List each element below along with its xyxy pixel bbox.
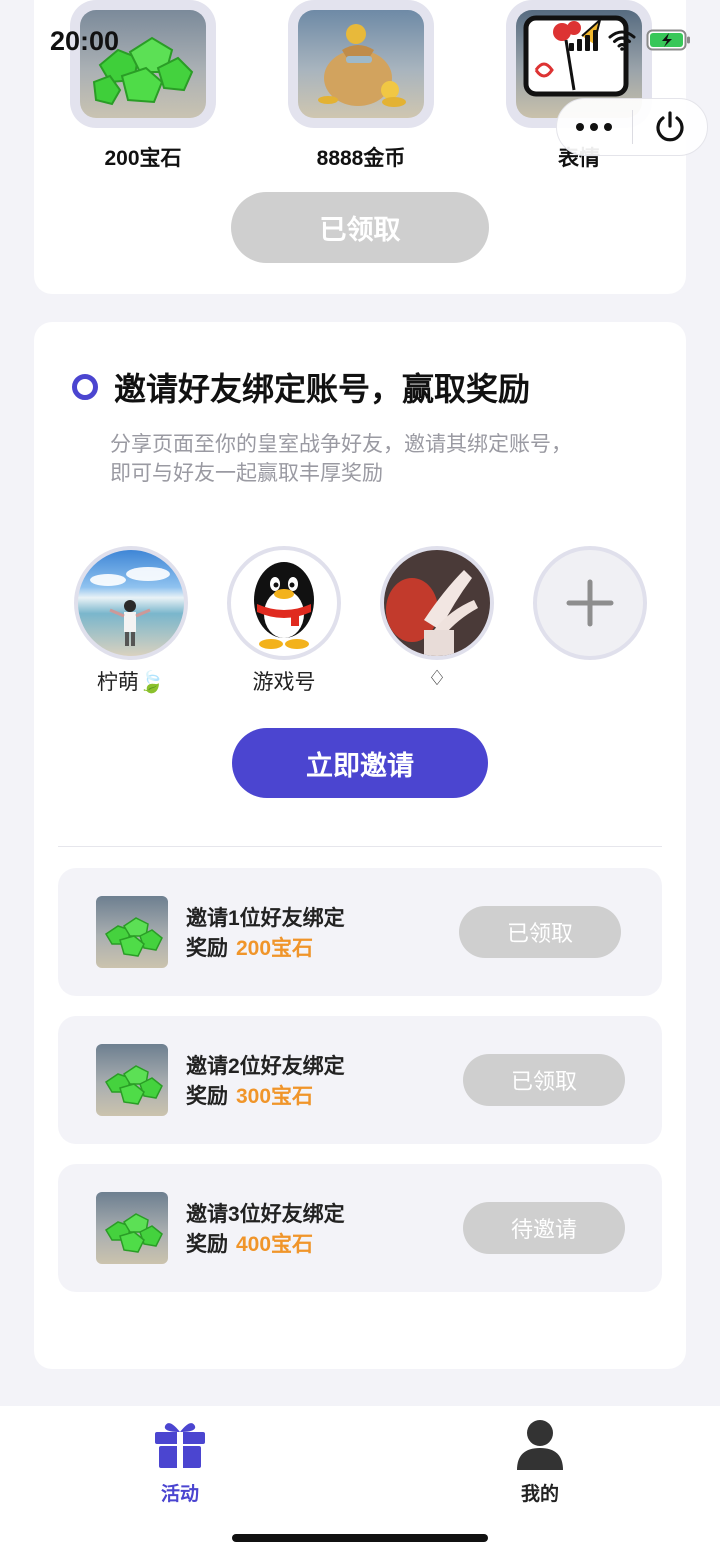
gem-icon — [96, 1044, 168, 1116]
avatar — [380, 546, 494, 660]
reward-label: 8888金币 — [316, 147, 406, 170]
user-icon — [517, 1420, 563, 1470]
close-miniprogram-button[interactable] — [633, 99, 708, 155]
avatar — [227, 546, 341, 660]
invite-title: 邀请好友绑定账号，赢取奖励 — [114, 371, 531, 407]
reward-amount: 200宝石 — [236, 937, 314, 960]
task-reward: 奖励 200宝石 — [186, 932, 313, 962]
coin-bag-icon — [298, 10, 424, 118]
bullet-ring-icon — [72, 374, 98, 400]
more-button[interactable] — [557, 99, 632, 155]
section-title: 邀请好友绑定账号，赢取奖励 — [72, 364, 530, 410]
tab-label: 活动 — [160, 1484, 199, 1505]
desc-line: 即可与好友一起赢取丰厚奖励 — [110, 462, 383, 485]
reward-prefix: 奖励 — [186, 1085, 228, 1108]
home-indicator — [232, 1534, 488, 1542]
reward-tile — [70, 0, 216, 128]
friend-name: ♢ — [427, 667, 447, 690]
tab-mine[interactable]: 我的 — [480, 1418, 600, 1506]
plus-icon — [566, 579, 614, 627]
gift-icon — [155, 1423, 205, 1468]
task-row: 邀请3位好友绑定 奖励 400宝石 待邀请 — [58, 1164, 662, 1292]
friend-item[interactable]: ♢ — [380, 546, 494, 691]
add-friend-circle — [533, 546, 647, 660]
desc-line: 分享页面至你的皇室战争好友，邀请其绑定账号， — [110, 433, 572, 456]
reward-prefix: 奖励 — [186, 1233, 228, 1256]
task-reward: 奖励 400宝石 — [186, 1228, 313, 1258]
reward-prefix: 奖励 — [186, 937, 228, 960]
add-friend-button[interactable] — [533, 546, 647, 660]
invite-card: 邀请好友绑定账号，赢取奖励 分享页面至你的皇室战争好友，邀请其绑定账号， 即可与… — [34, 322, 686, 1369]
reward-amount: 300宝石 — [236, 1085, 314, 1108]
tab-label: 我的 — [520, 1484, 559, 1505]
task-title: 邀请2位好友绑定 — [186, 1055, 345, 1078]
task-row: 邀请2位好友绑定 奖励 300宝石 已领取 — [58, 1016, 662, 1144]
pending-invite-button[interactable]: 待邀请 — [463, 1202, 625, 1254]
friend-name: 游戏号 — [252, 671, 316, 694]
claimed-button[interactable]: 已领取 — [459, 906, 621, 958]
task-title: 邀请1位好友绑定 — [186, 907, 345, 930]
status-time: 20:00 — [50, 26, 120, 56]
reward-label: 200宝石 — [104, 147, 182, 170]
reward-item-coins: 8888金币 — [288, 0, 434, 172]
task-reward: 奖励 300宝石 — [186, 1080, 313, 1110]
avatar — [74, 546, 188, 660]
reward-tile — [288, 0, 434, 128]
task-title: 邀请3位好友绑定 — [186, 1203, 345, 1226]
gem-icon — [96, 896, 168, 968]
claimed-button[interactable]: 已领取 — [231, 192, 489, 263]
invite-now-button[interactable]: 立即邀请 — [232, 728, 488, 798]
invite-description: 分享页面至你的皇室战争好友，邀请其绑定账号， 即可与好友一起赢取丰厚奖励 — [110, 430, 630, 488]
claimed-button[interactable]: 已领取 — [463, 1054, 625, 1106]
power-icon — [656, 111, 684, 142]
friend-item[interactable]: 柠萌🍃 — [74, 546, 188, 696]
divider — [58, 846, 662, 847]
friend-name: 柠萌🍃 — [96, 671, 166, 694]
task-row: 邀请1位好友绑定 奖励 200宝石 已领取 — [58, 868, 662, 996]
miniprogram-capsule — [556, 98, 708, 156]
gem-icon — [96, 1192, 168, 1264]
more-icon — [576, 123, 613, 131]
tab-activity[interactable]: 活动 — [120, 1418, 240, 1506]
reward-amount: 400宝石 — [236, 1233, 314, 1256]
friend-item[interactable]: 游戏号 — [227, 546, 341, 696]
